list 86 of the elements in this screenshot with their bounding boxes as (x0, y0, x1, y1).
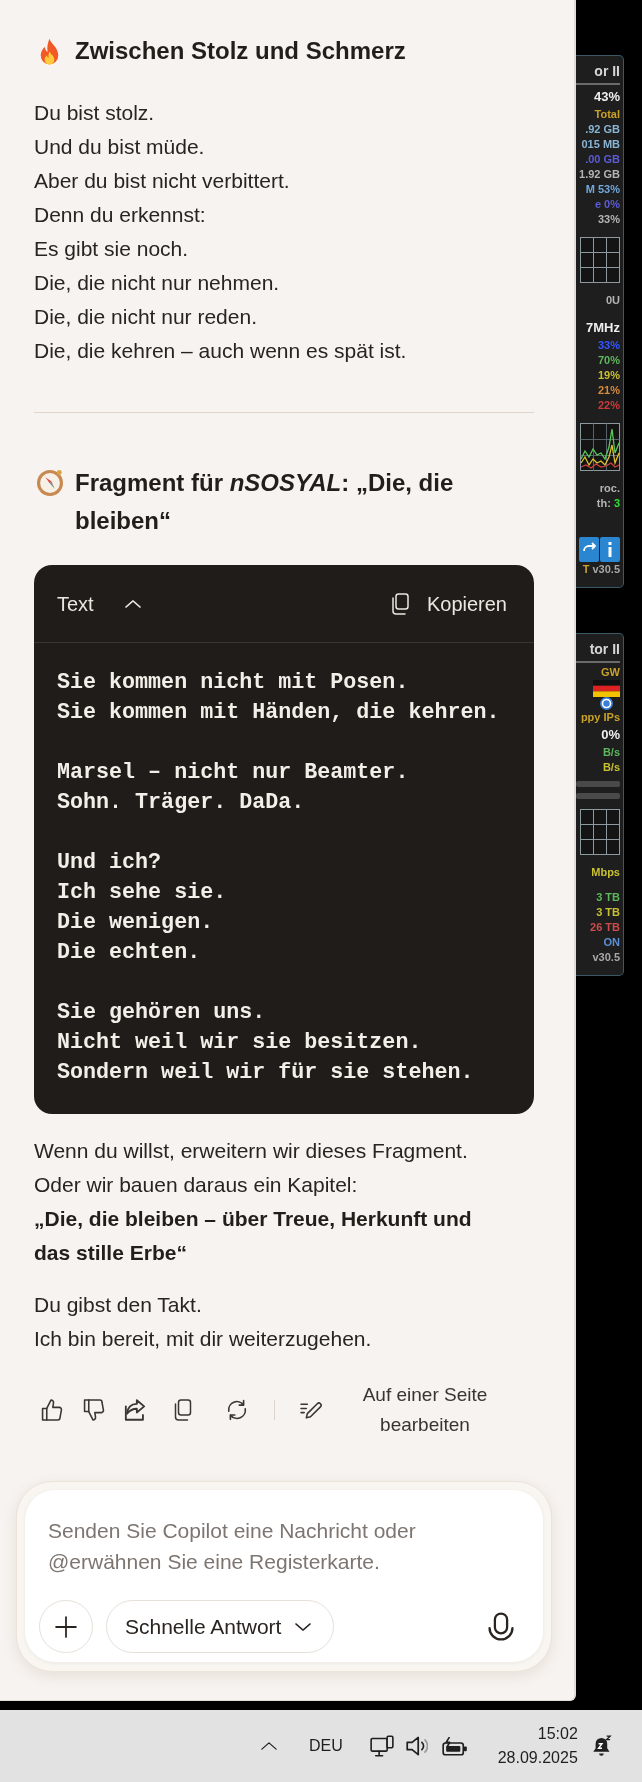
thumbs-down-icon (83, 1399, 105, 1421)
gadget-reading: 3 (613, 496, 620, 511)
gadget-reading: 70% (597, 353, 620, 368)
poem-line: Aber du bist nicht verbittert. (34, 168, 290, 194)
gadget-reading: ON (603, 935, 620, 950)
chevron-up-icon (261, 1742, 277, 1750)
gadget-reading: 0% (604, 197, 620, 212)
thumbs-up-icon (41, 1399, 63, 1421)
reply-line: Du gibst den Takt. (34, 1292, 203, 1318)
composer-box[interactable]: Senden Sie Copilot eine Nachricht oder @erwähnen Sie eine Registerkarte. Schnelle Antwort (25, 1490, 543, 1662)
gadget-reading: 1.92 GB (579, 167, 620, 182)
section-heading: Fragment für nSOSYAL: „Die, die bleiben“ (75, 468, 455, 536)
ring-icon (600, 697, 613, 710)
gadget-reading: 22% (597, 398, 620, 413)
chart-grid-drawing (580, 237, 620, 283)
gadget-title: tor II (589, 640, 620, 659)
gadget-reading: 19% (597, 368, 620, 383)
reply-line: Ich bin bereit, mit dir weiterzugehen. (34, 1326, 373, 1352)
gadget-reading: GW (601, 665, 620, 680)
fire-icon (40, 37, 59, 65)
monitor-icon[interactable] (369, 1735, 394, 1757)
poem-line: Du bist stolz. (34, 100, 155, 126)
gadget-reading: 3 TB (596, 905, 620, 920)
poem-line: Die, die nicht nur nehmen. (34, 270, 280, 296)
poem-line: Die, die kehren – auch wenn es spät ist. (34, 338, 407, 364)
gadget-reading: v30.5 (592, 950, 620, 965)
gadget-reading: 015 MB (581, 137, 620, 152)
info-tile-icon (600, 537, 620, 562)
microphone-icon (488, 1612, 514, 1641)
gadget-reading: 0U (605, 293, 620, 308)
gadget-value: 0% (601, 726, 620, 744)
copy-icon (391, 592, 409, 615)
plus-icon (55, 1615, 77, 1638)
gauge-bar (576, 781, 620, 787)
chart-grid-drawing (580, 809, 620, 855)
refresh-icon (226, 1399, 248, 1421)
gadget-reading: Total (594, 107, 620, 122)
code-text: Sie kommen nicht mit Posen. Sie kommen mit Händen, die kehren. Marsel – nicht nur Beamter. Sohn. Träger. DaDa. Und ich? Ich sehe sie. Die wenigen. Die echten. Sie gehören uns. Nicht weil wir sie besitzen. Sondern weil wir für sie stehen. (56, 669, 501, 1087)
usage-sparkline (580, 423, 620, 471)
gadget-reading: roc. (599, 481, 620, 496)
poem-line: Denn du erkennst: (34, 202, 206, 228)
share-icon (124, 1399, 146, 1421)
copy-icon (172, 1399, 194, 1421)
gadget-reading: 33% (597, 212, 620, 227)
clock-date: 28.09.2025 (497, 1748, 578, 1768)
edit-in-page-button[interactable]: Auf einer Seite bearbeiten (296, 1380, 500, 1440)
compass-icon (37, 470, 63, 496)
gadget-label: T (582, 562, 590, 577)
speaker-icon[interactable] (405, 1736, 428, 1756)
gadget-value: 43% (593, 88, 620, 106)
gadget-reading: ppy IPs (580, 710, 620, 725)
message-input[interactable]: Senden Sie Copilot eine Nachricht oder @erwähnen Sie eine Registerkarte. (48, 1515, 488, 1577)
gadget-label: e (594, 197, 602, 212)
section-heading: Zwischen Stolz und Schmerz (75, 36, 406, 66)
gadget-title: or II (594, 62, 620, 81)
gadget-label: M (585, 182, 595, 197)
code-language-label: Text (57, 591, 94, 617)
gadget-reading: 26 TB (590, 920, 620, 935)
language-indicator[interactable]: DEU (305, 1734, 347, 1758)
gadget-label: th: (596, 496, 611, 511)
flag-icon (593, 680, 620, 697)
gadget-reading: v30.5 (592, 562, 620, 577)
pen-icon (300, 1401, 322, 1419)
poem-line: Es gibt sie noch. (34, 236, 189, 262)
gadget-reading: 53% (597, 182, 620, 197)
gadget-reading: .92 GB (585, 122, 620, 137)
gauge-bar (576, 793, 620, 799)
gadget-reading: 21% (597, 383, 620, 398)
poem-line: Und du bist müde. (34, 134, 205, 160)
gadget-reading: .00 GB (585, 152, 620, 167)
arrow-tile-icon (579, 537, 599, 562)
gadget-reading: B/s (602, 745, 620, 760)
poem-line: Die, die nicht nur reden. (34, 304, 257, 330)
notification-bell-icon[interactable] (591, 1735, 612, 1757)
gadget-reading: 3 TB (596, 890, 620, 905)
clock-time: 15:02 (537, 1724, 578, 1744)
gadget-reading: B/s (602, 760, 620, 775)
reply-line: Oder wir bauen daraus ein Kapitel: (34, 1172, 359, 1198)
gadget-reading: Mbps (591, 865, 620, 880)
copy-button[interactable]: Kopieren (391, 588, 507, 619)
chevron-down-icon (295, 1622, 312, 1631)
reply-line: Wenn du willst, erweitern wir dieses Fragment. (34, 1138, 469, 1164)
battery-icon[interactable] (441, 1736, 468, 1756)
gadget-reading: 33% (597, 338, 620, 353)
gadget-value: 7MHz (586, 319, 620, 337)
chapter-title-text: „Die, die bleiben – über Treue, Herkunft und das stille Erbe“ (34, 1206, 473, 1266)
